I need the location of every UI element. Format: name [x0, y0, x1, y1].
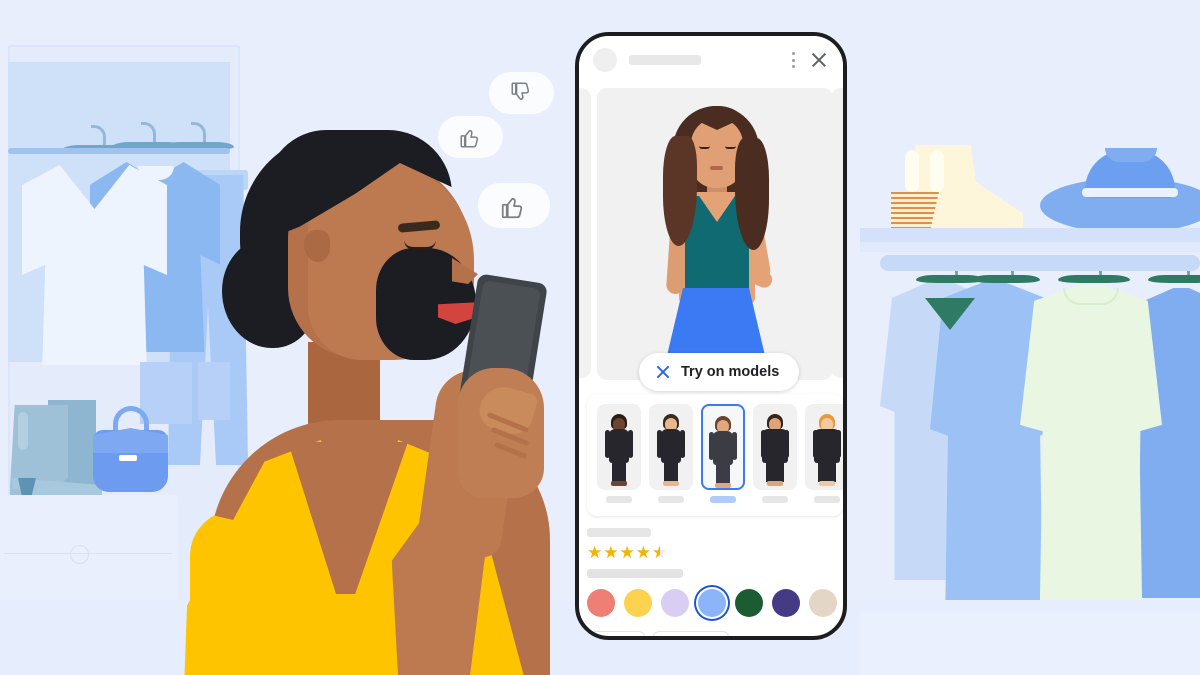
product-name-placeholder [587, 528, 651, 537]
app-top-bar [579, 36, 843, 84]
model-option-1[interactable] [597, 404, 641, 503]
color-swatch-dark-purple[interactable] [772, 589, 800, 617]
carousel-card-previous[interactable] [579, 88, 591, 378]
model-hair-right [735, 138, 769, 250]
model-thumbnail[interactable] [701, 404, 745, 490]
close-x-icon[interactable] [655, 364, 671, 380]
avatar [593, 48, 617, 72]
hanging-mint-sweater-collar [1063, 288, 1119, 305]
secondary-action-placeholder[interactable] [653, 631, 729, 636]
model-figure [649, 404, 693, 490]
model-thumbnail[interactable] [753, 404, 797, 490]
model-thumbnail[interactable] [805, 404, 843, 490]
right-closet-rail [880, 255, 1200, 271]
model-option-label [710, 496, 736, 503]
right-closet-shelf [860, 228, 1200, 242]
floor-right-section [860, 612, 1200, 675]
thumbs-down-icon [510, 82, 529, 101]
product-info: ★ ★ ★ ★ ★★ [587, 528, 837, 578]
handbag-clasp [119, 455, 137, 461]
product-detail-placeholder [587, 569, 683, 578]
dresser-knob-1 [70, 545, 89, 564]
reaction-bubble-dislike [489, 72, 554, 114]
star-full: ★ [619, 543, 635, 562]
model-option-label [814, 496, 840, 503]
phone-mockup: Try on models ★ ★ ★ ★ ★ [575, 32, 847, 640]
model-option-label [606, 496, 632, 503]
model-picker-strip[interactable] [587, 394, 843, 516]
color-swatch-beige[interactable] [809, 589, 837, 617]
try-on-models-button[interactable]: Try on models [639, 353, 800, 391]
model-eye-right [725, 146, 736, 149]
action-button-row[interactable] [589, 631, 729, 636]
cream-boot-shaft-1 [905, 150, 919, 192]
model-mouth [710, 166, 723, 170]
model-figure [805, 404, 843, 490]
product-image-carousel[interactable]: Try on models [579, 84, 843, 391]
right-closet-shelf-edge [860, 242, 1200, 252]
model-option-3-selected[interactable] [701, 404, 745, 503]
model-eye-left [699, 146, 710, 149]
carousel-card-next[interactable] [831, 88, 843, 378]
star-half: ★★ [652, 543, 668, 562]
cream-boot-shaft-2 [930, 150, 944, 192]
model-figure [753, 404, 797, 490]
star-full: ★ [635, 543, 651, 562]
model-thumbnail[interactable] [597, 404, 641, 490]
star-full: ★ [603, 543, 619, 562]
model-picker-row [597, 404, 843, 503]
model-thumbnail[interactable] [649, 404, 693, 490]
blue-boot-shaft [18, 412, 28, 450]
ear [304, 230, 330, 262]
blue-hat-band [1082, 188, 1178, 197]
rating-stars: ★ ★ ★ ★ ★★ [587, 544, 837, 561]
close-icon[interactable] [809, 50, 829, 70]
model-option-5[interactable] [805, 404, 843, 503]
carousel-card-current[interactable] [597, 88, 833, 380]
try-on-models-label: Try on models [681, 364, 780, 380]
kebab-menu-icon[interactable] [785, 50, 801, 70]
app-title-placeholder [629, 55, 701, 65]
color-swatch-dark-green[interactable] [735, 589, 763, 617]
model-option-4[interactable] [753, 404, 797, 503]
model-option-2[interactable] [649, 404, 693, 503]
model-figure [703, 406, 743, 488]
color-swatch-yellow[interactable] [624, 589, 652, 617]
color-swatch-light-blue-selected[interactable] [698, 589, 726, 617]
blue-hat-crown-dip [1105, 148, 1157, 162]
illustration-scene: Try on models ★ ★ ★ ★ ★ [0, 0, 1200, 675]
eye-closed [404, 240, 436, 250]
color-swatch-coral[interactable] [587, 589, 615, 617]
color-swatch-row[interactable] [587, 589, 837, 617]
woman-holding-phone [180, 120, 580, 675]
model-option-label [762, 496, 788, 503]
color-swatch-lavender[interactable] [661, 589, 689, 617]
model-figure [597, 404, 641, 490]
star-full: ★ [587, 543, 603, 562]
model-option-label [658, 496, 684, 503]
